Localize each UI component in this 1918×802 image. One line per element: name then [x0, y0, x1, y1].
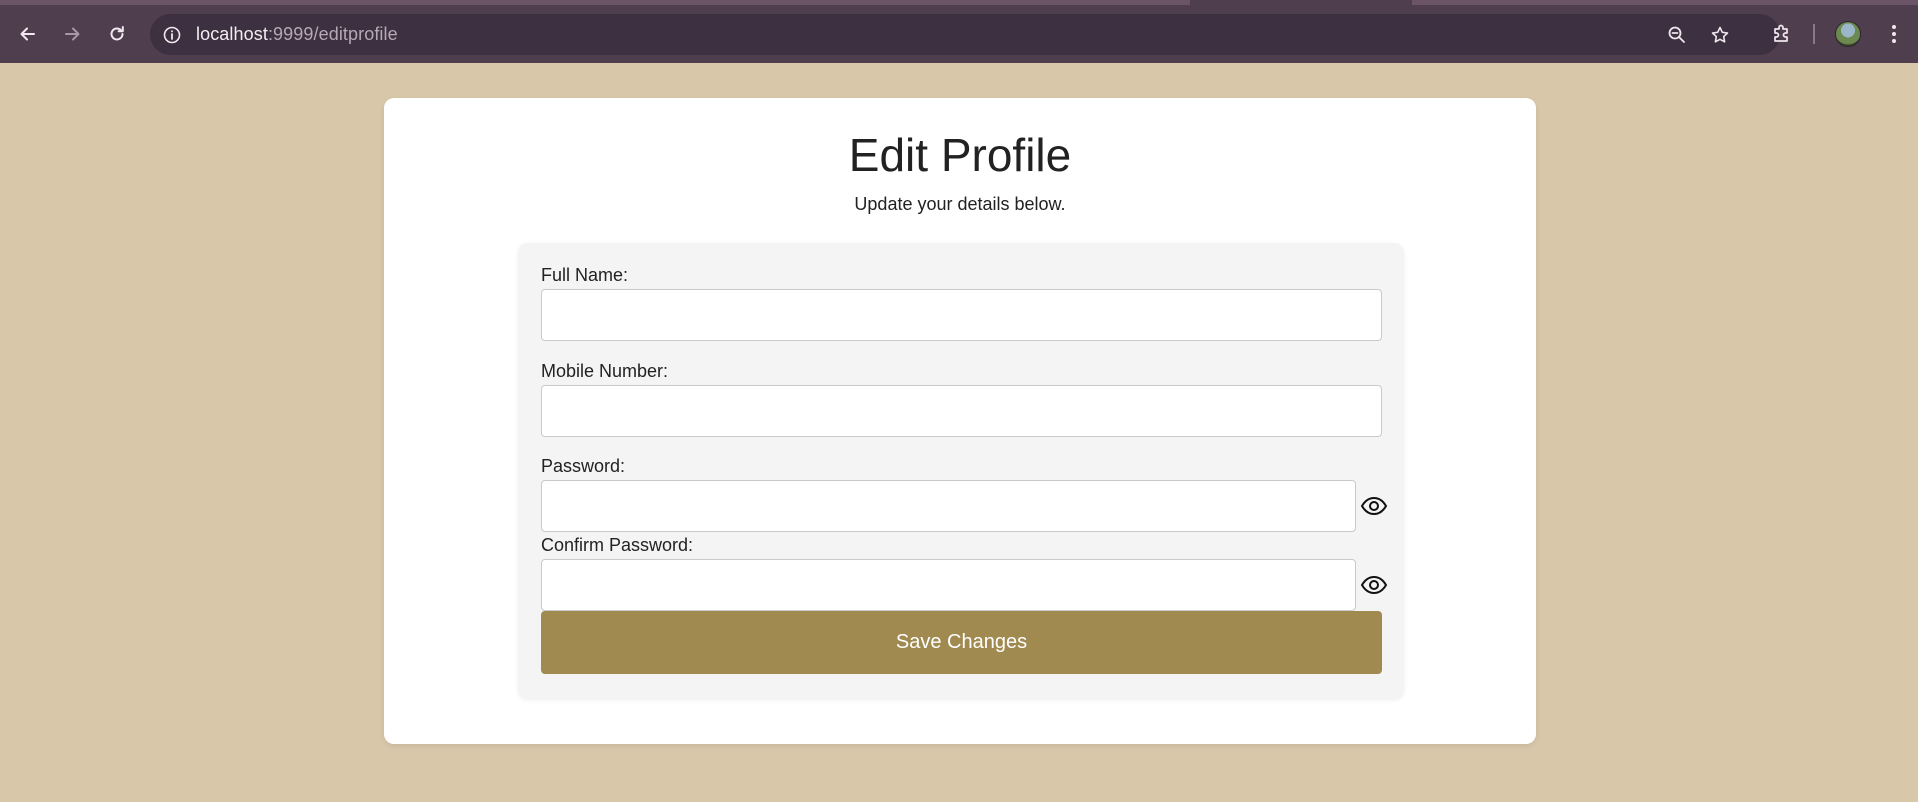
confirm-password-input[interactable] — [541, 559, 1356, 611]
edit-profile-form: Full Name: Mobile Number: Password: Conf… — [518, 243, 1404, 699]
tab-strip-edge-right — [1412, 0, 1918, 5]
toggle-confirm-password-visibility[interactable] — [1359, 574, 1389, 596]
reload-icon — [110, 26, 124, 41]
confirm-password-label: Confirm Password: — [541, 535, 694, 555]
page-title: Edit Profile — [848, 129, 1072, 181]
forward-button[interactable] — [55, 17, 89, 51]
eye-icon — [1360, 575, 1388, 595]
back-button[interactable] — [11, 17, 45, 51]
full-name-input[interactable] — [541, 289, 1382, 341]
puzzle-icon — [1774, 24, 1788, 42]
password-input[interactable] — [541, 480, 1356, 532]
toggle-password-visibility[interactable] — [1359, 495, 1389, 517]
profile-card: Edit Profile Update your details below. … — [384, 98, 1536, 744]
info-icon — [163, 26, 181, 43]
profile-avatar[interactable] — [1835, 21, 1861, 47]
mobile-number-input[interactable] — [541, 385, 1382, 437]
url-text: localhost:9999/editprofile — [196, 24, 398, 45]
star-icon — [1711, 26, 1729, 43]
bookmark-button[interactable] — [1705, 20, 1735, 50]
arrow-left-icon — [20, 27, 35, 41]
arrow-right-icon — [65, 27, 80, 41]
address-bar[interactable]: localhost:9999/editprofile — [150, 14, 1780, 55]
url-path: :9999/editprofile — [267, 24, 398, 44]
browser-menu-button[interactable] — [1877, 17, 1911, 51]
eye-icon — [1360, 496, 1388, 516]
browser-toolbar: localhost:9999/editprofile — [0, 0, 1918, 63]
page-subtitle: Update your details below. — [854, 194, 1066, 214]
reload-button[interactable] — [100, 17, 134, 51]
url-host: localhost — [196, 24, 268, 44]
tab-strip-edge — [0, 0, 1190, 5]
password-label: Password: — [541, 456, 626, 476]
extensions-button[interactable] — [1765, 17, 1799, 51]
site-info-button[interactable] — [159, 22, 185, 48]
zoom-out-icon — [1668, 26, 1685, 43]
save-changes-button[interactable]: Save Changes — [541, 611, 1382, 674]
mobile-number-label: Mobile Number: — [541, 361, 669, 381]
kebab-menu-icon — [1892, 25, 1896, 43]
toolbar-divider — [1813, 24, 1815, 44]
full-name-label: Full Name: — [541, 265, 629, 285]
zoom-button[interactable] — [1662, 20, 1692, 50]
